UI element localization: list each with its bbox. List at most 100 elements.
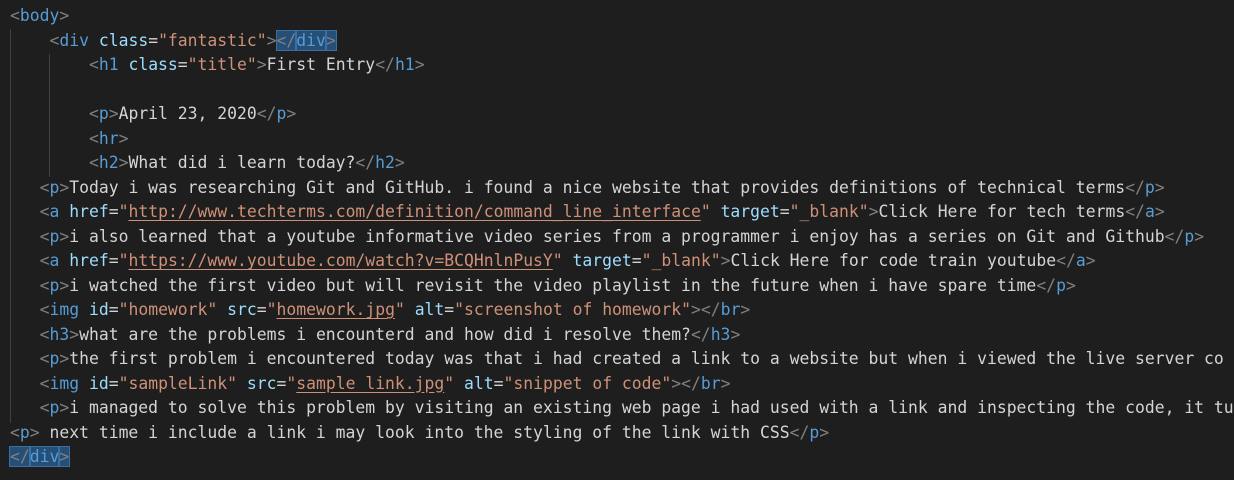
code-line[interactable]: <body> (10, 4, 69, 29)
code-tag-name: hr (98, 128, 119, 148)
code-tag-name: p (49, 177, 60, 197)
code-tag-name: h1 (394, 55, 415, 74)
code-tag-name: p (1144, 177, 1155, 197)
code-text: = (177, 55, 188, 74)
code-punctuation: < (39, 251, 50, 270)
code-line[interactable]: <a href="https://www.youtube.com/watch?v… (10, 249, 1096, 274)
code-punctuation: </ (275, 29, 298, 51)
code-text: = (444, 300, 455, 319)
code-line[interactable]: <h1 class="title">First Entry</h1> (10, 53, 425, 78)
code-punctuation: </ (9, 446, 31, 467)
code-line[interactable]: <hr> (10, 127, 129, 152)
code-line[interactable]: </div> (9, 445, 71, 470)
code-line[interactable]: <p>April 23, 2020</p> (10, 102, 296, 127)
code-string: "sampleLink" (118, 373, 238, 393)
code-text: i also learned that a youtube informativ… (69, 226, 1165, 246)
code-punctuation: > (868, 202, 879, 221)
code-text: = (493, 373, 504, 393)
code-tag-name: h1 (98, 55, 119, 74)
code-line[interactable]: <p>i managed to solve this problem by vi… (10, 396, 1234, 421)
code-attribute: src (227, 300, 257, 319)
code-text: First Entry (266, 55, 376, 74)
code-punctuation: < (88, 128, 99, 148)
code-text: = (276, 373, 287, 393)
code-punctuation: < (10, 6, 20, 25)
code-line[interactable]: <h2>What did i learn today?</h2> (10, 151, 405, 176)
code-punctuation: > (740, 300, 751, 319)
code-editor[interactable]: <body> <div class="fantastic"></div> <h1… (0, 0, 1234, 480)
code-punctuation: > (118, 128, 129, 148)
code-punctuation: < (10, 422, 20, 442)
code-attribute: alt (464, 373, 494, 393)
code-punctuation: </ (375, 55, 395, 74)
code-text: Click Here for tech terms (878, 202, 1126, 221)
code-tag-name: a (1144, 202, 1155, 221)
code-tag-name: p (1056, 275, 1066, 295)
code-tag-name: img (49, 373, 80, 393)
code-punctuation: </ (1125, 177, 1145, 197)
code-line[interactable]: <p> next time i include a link i may loo… (10, 421, 829, 446)
code-line[interactable]: <p>i watched the first video but will re… (10, 274, 1076, 299)
code-line[interactable]: <img id="sampleLink" src="sample link.jp… (10, 372, 731, 397)
code-attribute: alt (414, 300, 445, 319)
code-line[interactable]: <h3>what are the problems i encounterd a… (10, 323, 741, 348)
code-punctuation: </ (1125, 202, 1145, 221)
code-punctuation: > (394, 153, 405, 172)
code-punctuation: > (730, 324, 741, 344)
code-string: "fantastic" (158, 30, 267, 50)
code-line[interactable]: <p>Today i was researching Git and GitHu… (10, 176, 1165, 201)
code-string: " (700, 202, 711, 221)
code-tag-name: p (809, 422, 820, 442)
code-punctuation: < (39, 373, 50, 393)
code-line[interactable]: <img id="homework" src="homework.jpg" al… (10, 298, 751, 323)
code-punctuation: > (1154, 202, 1165, 221)
code-text: April 23, 2020 (118, 104, 257, 123)
code-punctuation: > (720, 373, 731, 393)
code-link[interactable]: https://www.youtube.com/watch?v=BCQHnlnP… (128, 251, 552, 270)
code-line[interactable]: <p>i also learned that a youtube informa… (10, 225, 1204, 250)
code-tag-name: p (98, 104, 109, 123)
code-tag-name: p (276, 104, 287, 123)
code-tag-name: div (59, 30, 89, 50)
code-link[interactable]: homework.jpg (277, 300, 395, 319)
code-punctuation: < (39, 226, 50, 246)
code-text: i watched the first video but will revis… (69, 275, 1037, 295)
code-tag-name: p (49, 275, 60, 295)
code-link[interactable]: sample link.jpg (296, 374, 444, 393)
code-tag-name: div (28, 446, 61, 467)
code-punctuation: </ (1056, 251, 1076, 270)
code-link[interactable]: http://www.techterms.com/definition/comm… (128, 202, 700, 221)
code-punctuation: > (108, 104, 119, 123)
code-punctuation: ></ (691, 300, 721, 319)
code-line[interactable]: <a href="http://www.techterms.com/defini… (10, 200, 1165, 225)
code-attribute: href (69, 251, 109, 270)
code-line[interactable]: <p>the first problem i encountered today… (10, 347, 1224, 372)
code-tag-name: a (1075, 251, 1086, 270)
code-string: "screenshot of homework" (454, 300, 692, 319)
code-attribute: class (128, 55, 178, 74)
code-punctuation: > (59, 177, 70, 197)
code-punctuation: </ (1036, 275, 1057, 295)
code-tag-name: a (49, 251, 60, 270)
code-tag-name: a (49, 202, 60, 221)
code-punctuation: < (49, 30, 60, 50)
code-line[interactable]: <div class="fantastic"></div> (10, 29, 337, 54)
code-punctuation: < (88, 104, 99, 123)
code-punctuation: </ (355, 153, 376, 172)
code-punctuation: ></ (671, 373, 701, 393)
code-tag-name: h2 (98, 153, 119, 172)
code-text: = (108, 373, 119, 393)
code-attribute: id (88, 300, 109, 319)
code-punctuation: < (88, 55, 99, 74)
code-tag-name: br (700, 373, 721, 393)
code-string: "snippet of code" (503, 373, 672, 393)
